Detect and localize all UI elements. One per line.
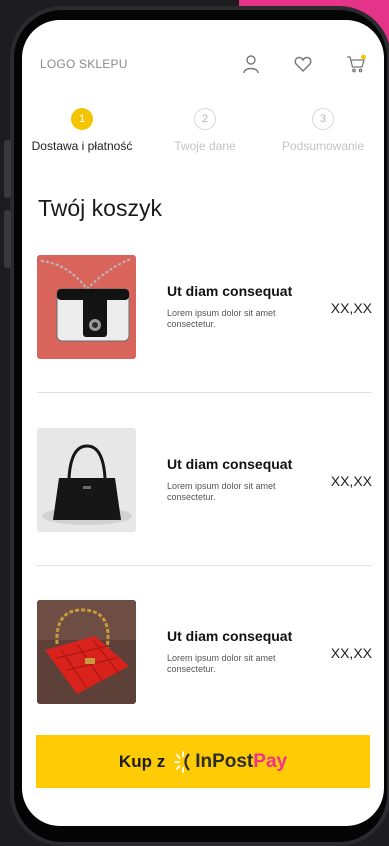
buy-prefix: Kup z [118,751,166,771]
divider [37,565,372,566]
product-price: XX,XX [330,300,372,316]
shop-logo[interactable]: LOGO SKLEPU [40,57,128,71]
step-label: Dostawa i płatność [31,139,133,153]
buy-with-inpost-pay-button[interactable]: Kup z InPost Pay [36,735,370,788]
step-number: 2 [194,108,216,130]
product-image [37,600,136,704]
product-description: Lorem ipsum dolor sit amet consectetur. [167,653,276,674]
phone-screen: LOGO SKLEPU 1 Dostawa i płatność 2 Twoje… [22,20,384,826]
product-price: XX,XX [330,645,372,661]
cart-item[interactable]: Ut diam consequat Lorem ipsum dolor sit … [37,600,372,705]
phone-side-button [4,140,11,198]
product-price: XX,XX [330,473,372,489]
cart-title: Twój koszyk [38,195,162,221]
step-number: 3 [312,108,334,130]
inpost-logo-icon [174,750,191,773]
product-name[interactable]: Ut diam consequat [167,456,292,472]
step-your-data[interactable]: 2 Twoje dane [145,108,265,153]
step-label: Podsumowanie [281,139,365,153]
product-image [37,255,136,359]
brand-inpost: InPost [195,750,254,772]
step-label: Twoje dane [174,139,236,153]
user-icon[interactable] [240,53,262,75]
shop-header: LOGO SKLEPU [40,53,370,75]
product-name[interactable]: Ut diam consequat [167,628,292,644]
cart-item[interactable]: Ut diam consequat Lorem ipsum dolor sit … [37,255,372,360]
divider [37,392,372,393]
cart-icon[interactable] [345,53,367,75]
product-description: Lorem ipsum dolor sit amet consectetur. [167,308,276,329]
phone-side-button [4,210,11,268]
brand-pay: Pay [253,750,288,772]
step-delivery-payment[interactable]: 1 Dostawa i płatność [22,108,142,153]
checkout-steps: 1 Dostawa i płatność 2 Twoje dane 3 Pods… [22,108,384,168]
product-image [37,428,136,532]
heart-icon[interactable] [292,53,314,75]
product-description: Lorem ipsum dolor sit amet consectetur. [167,481,276,502]
step-number: 1 [71,108,93,130]
inpost-pay-logo: InPost Pay [173,750,287,774]
product-name[interactable]: Ut diam consequat [167,283,292,299]
step-summary[interactable]: 3 Podsumowanie [263,108,383,153]
cart-item[interactable]: Ut diam consequat Lorem ipsum dolor sit … [37,428,372,533]
